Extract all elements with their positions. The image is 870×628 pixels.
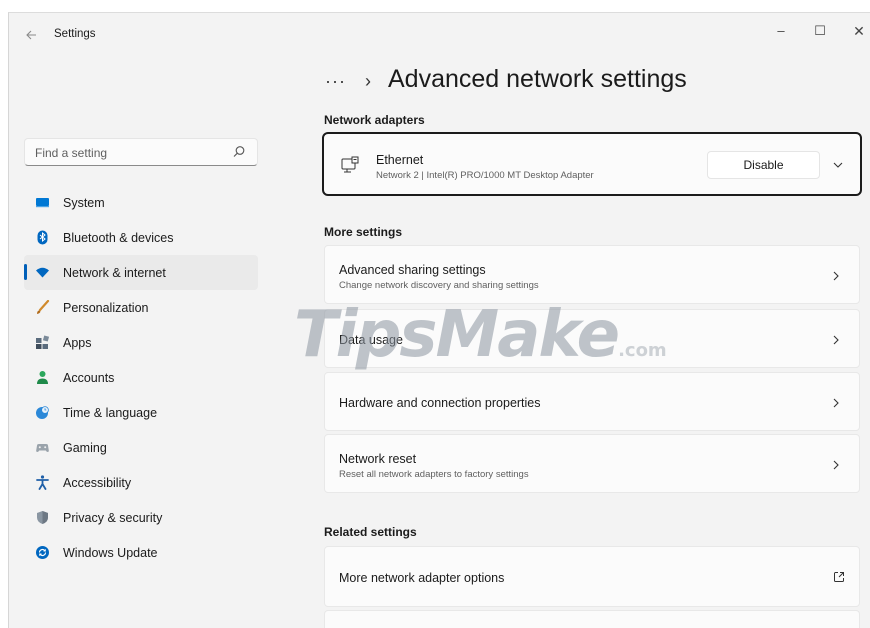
sidebar-item-label: Network & internet: [63, 266, 166, 280]
watermark-text: TipsMake: [294, 298, 620, 372]
adapter-description: Network 2 | Intel(R) PRO/1000 MT Desktop…: [376, 170, 594, 181]
arrow-left-icon: [26, 30, 36, 40]
sidebar-item-personalization[interactable]: Personalization: [24, 290, 258, 325]
update-icon: [36, 546, 49, 559]
maximize-button[interactable]: ☐: [804, 19, 836, 43]
sidebar-nav: System Bluetooth & devices Network & int…: [24, 185, 274, 570]
chevron-right-icon: [833, 398, 839, 408]
sidebar-item-apps[interactable]: Apps: [24, 325, 258, 360]
breadcrumb-overflow-button[interactable]: ···: [325, 71, 346, 92]
sidebar-item-label: Apps: [63, 336, 92, 350]
chevron-right-icon: [833, 335, 839, 345]
sidebar-item-network[interactable]: Network & internet: [24, 255, 258, 290]
settings-window: Settings – ☐ ✕ Find a setting System Blu…: [8, 12, 870, 628]
wifi-icon: [36, 267, 49, 278]
bluetooth-icon: [37, 230, 48, 245]
ethernet-icon: [341, 156, 359, 173]
sidebar-item-time-language[interactable]: Time & language: [24, 395, 258, 430]
accessibility-icon: [36, 475, 49, 490]
advanced-sharing-settings-card[interactable]: Advanced sharing settings Change network…: [324, 245, 860, 304]
card-title: Advanced sharing settings: [339, 263, 486, 277]
sidebar-item-bluetooth[interactable]: Bluetooth & devices: [24, 220, 258, 255]
hardware-connection-properties-card[interactable]: Hardware and connection properties: [324, 372, 860, 431]
ethernet-adapter-card[interactable]: Ethernet Network 2 | Intel(R) PRO/1000 M…: [322, 132, 862, 196]
card-subtitle: Reset all network adapters to factory se…: [339, 469, 529, 480]
back-button[interactable]: [21, 25, 41, 45]
watermark-logo: TipsMake.com: [294, 298, 667, 378]
sidebar-item-label: Gaming: [63, 441, 107, 455]
close-button[interactable]: ✕: [843, 19, 870, 43]
sidebar-item-label: Privacy & security: [63, 511, 163, 525]
network-reset-card[interactable]: Network reset Reset all network adapters…: [324, 434, 860, 493]
shield-icon: [37, 511, 48, 524]
card-title: Hardware and connection properties: [339, 396, 541, 410]
chevron-right-icon: ›: [365, 71, 371, 91]
disable-adapter-button[interactable]: Disable: [707, 151, 820, 179]
chevron-down-icon[interactable]: [832, 159, 844, 171]
sidebar-item-label: Accessibility: [63, 476, 132, 490]
app-title: Settings: [54, 28, 96, 40]
section-title-network-adapters: Network adapters: [324, 113, 425, 127]
sidebar-item-system[interactable]: System: [24, 185, 258, 220]
chevron-right-icon: [833, 271, 839, 281]
watermark-suffix: .com: [618, 340, 667, 361]
minimize-button[interactable]: –: [765, 19, 797, 43]
globe-clock-icon: [36, 406, 49, 419]
card-title: Network reset: [339, 452, 417, 466]
card-title: More network adapter options: [339, 571, 505, 585]
sidebar-item-gaming[interactable]: Gaming: [24, 430, 258, 465]
card-subtitle: Change network discovery and sharing set…: [339, 280, 539, 291]
open-external-icon: [834, 572, 844, 582]
sidebar-item-label: Windows Update: [63, 546, 158, 560]
next-related-settings-card[interactable]: [324, 610, 860, 628]
title-bar: Settings – ☐ ✕: [9, 13, 870, 57]
sidebar-item-label: Personalization: [63, 301, 149, 315]
sidebar-item-accounts[interactable]: Accounts: [24, 360, 258, 395]
gamepad-icon: [36, 444, 49, 452]
sidebar-item-label: Time & language: [63, 406, 158, 420]
chevron-right-icon: [833, 460, 839, 470]
more-network-adapter-options-card[interactable]: More network adapter options: [324, 546, 860, 607]
monitor-icon: [36, 198, 49, 208]
brush-icon: [37, 300, 50, 314]
sidebar-item-accessibility[interactable]: Accessibility: [24, 465, 258, 500]
section-title-more-settings: More settings: [324, 225, 403, 239]
sidebar-item-windows-update[interactable]: Windows Update: [24, 535, 258, 570]
sidebar-item-label: Accounts: [63, 371, 115, 385]
search-input[interactable]: Find a setting: [24, 138, 258, 166]
section-title-related-settings: Related settings: [324, 525, 417, 539]
active-indicator: [24, 264, 27, 280]
page-title: Advanced network settings: [388, 65, 687, 93]
adapter-name: Ethernet: [376, 153, 424, 167]
sidebar-item-label: System: [63, 196, 105, 210]
search-placeholder: Find a setting: [35, 146, 108, 160]
sidebar-item-privacy-security[interactable]: Privacy & security: [24, 500, 258, 535]
apps-icon: [36, 335, 50, 349]
search-icon: [233, 146, 245, 157]
person-icon: [37, 371, 48, 384]
sidebar-item-label: Bluetooth & devices: [63, 231, 174, 245]
